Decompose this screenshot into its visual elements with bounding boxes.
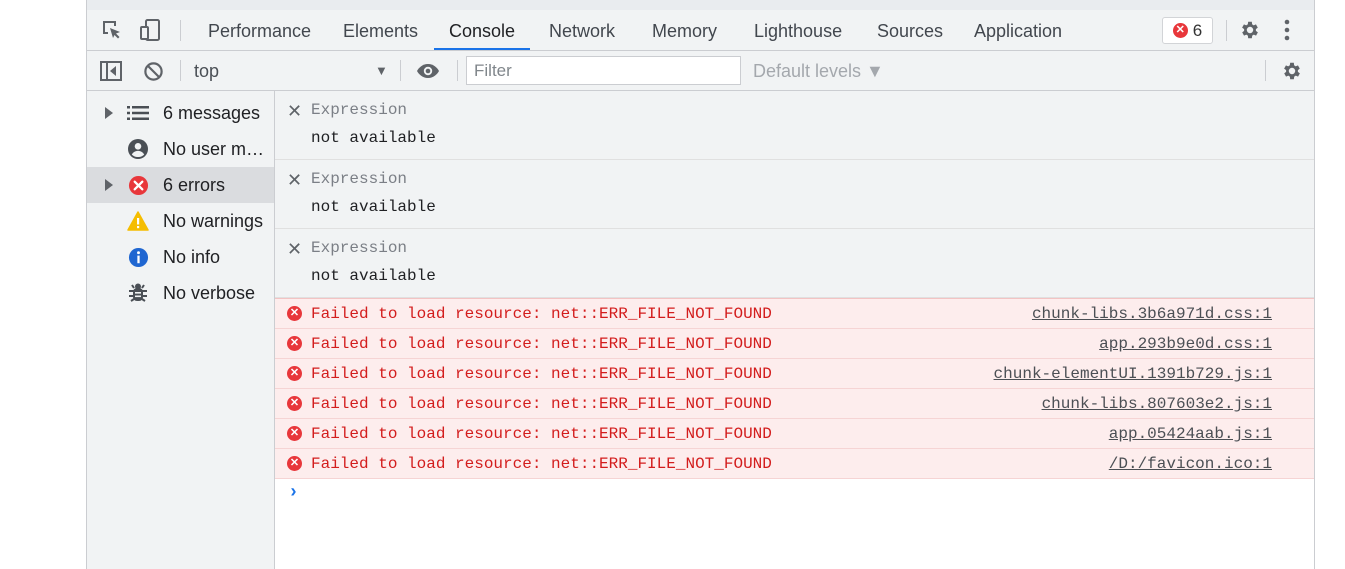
error-message-text: Failed to load resource: net::ERR_FILE_N… bbox=[311, 335, 772, 353]
sidebar-item-user-messages[interactable]: No user me... bbox=[87, 131, 274, 167]
error-source-link[interactable]: chunk-libs.807603e2.js:1 bbox=[1042, 395, 1272, 413]
window-top-strip bbox=[87, 0, 1314, 10]
sidebar-item-label: No verbose bbox=[163, 282, 256, 303]
inspect-element-icon[interactable] bbox=[97, 10, 127, 50]
devtools-window: Performance Elements Console Network Mem… bbox=[86, 0, 1315, 569]
tab-console[interactable]: Console bbox=[434, 10, 531, 50]
console-sidebar: 6 messages No user me... 6 errors No war… bbox=[87, 91, 275, 569]
sidebar-item-label: 6 errors bbox=[163, 174, 226, 195]
sidebar-item-verbose[interactable]: No verbose bbox=[87, 275, 274, 311]
expression-name[interactable]: Expression bbox=[311, 101, 407, 119]
error-source-link[interactable]: chunk-elementUI.1391b729.js:1 bbox=[994, 365, 1272, 383]
console-toolbar: top ▼ Default levels ▼ bbox=[87, 51, 1314, 91]
sidebar-item-label: No warnings bbox=[163, 210, 264, 231]
toolbar-separator bbox=[1265, 60, 1266, 81]
expression-name[interactable]: Expression bbox=[311, 170, 407, 188]
error-icon: ✕ bbox=[287, 336, 302, 351]
list-icon bbox=[127, 102, 149, 124]
expand-arrow-icon[interactable] bbox=[105, 179, 113, 191]
expression-value: not available bbox=[311, 267, 436, 285]
sidebar-item-label: No info bbox=[163, 246, 221, 267]
error-source-link[interactable]: app.293b9e0d.css:1 bbox=[1099, 335, 1272, 353]
live-expression: ✕ Expression not available bbox=[275, 91, 1314, 160]
error-count: 6 bbox=[1192, 20, 1203, 40]
sidebar-item-label: No user me... bbox=[163, 138, 271, 159]
expression-value: not available bbox=[311, 198, 436, 216]
clear-console-icon[interactable] bbox=[140, 51, 166, 91]
sidebar-item-label: 6 messages bbox=[163, 102, 261, 123]
error-message-text: Failed to load resource: net::ERR_FILE_N… bbox=[311, 305, 772, 323]
remove-expression-close-icon[interactable]: ✕ bbox=[287, 101, 302, 122]
tab-sources[interactable]: Sources bbox=[877, 10, 943, 50]
console-settings-gear-icon[interactable] bbox=[1277, 51, 1307, 91]
expression-name[interactable]: Expression bbox=[311, 239, 407, 257]
tab-lighthouse[interactable]: Lighthouse bbox=[754, 10, 842, 50]
error-count-badge[interactable]: ✕ 6 bbox=[1162, 17, 1213, 44]
tab-application[interactable]: Application bbox=[974, 10, 1062, 50]
tab-network[interactable]: Network bbox=[549, 10, 615, 50]
filter-input[interactable] bbox=[466, 56, 741, 85]
toolbar-separator bbox=[400, 60, 401, 81]
error-message-text: Failed to load resource: net::ERR_FILE_N… bbox=[311, 395, 772, 413]
error-icon: ✕ bbox=[1172, 23, 1188, 38]
toolbar-separator bbox=[180, 60, 181, 81]
error-message-row: ✕ Failed to load resource: net::ERR_FILE… bbox=[275, 419, 1314, 449]
toolbar-separator bbox=[457, 60, 458, 81]
remove-expression-close-icon[interactable]: ✕ bbox=[287, 170, 302, 191]
error-message-text: Failed to load resource: net::ERR_FILE_N… bbox=[311, 455, 772, 473]
sidebar-item-messages[interactable]: 6 messages bbox=[87, 95, 274, 131]
toolbar-separator bbox=[1226, 20, 1227, 41]
error-icon: ✕ bbox=[287, 396, 302, 411]
gear-icon[interactable] bbox=[1235, 10, 1265, 50]
sidebar-toggle-icon[interactable] bbox=[98, 51, 124, 91]
warning-icon bbox=[127, 210, 149, 232]
error-message-row: ✕ Failed to load resource: net::ERR_FILE… bbox=[275, 449, 1314, 479]
bug-icon bbox=[127, 282, 149, 304]
error-source-link[interactable]: app.05424aab.js:1 bbox=[1109, 425, 1272, 443]
error-source-link[interactable]: chunk-libs.3b6a971d.css:1 bbox=[1032, 305, 1272, 323]
kebab-menu-icon[interactable] bbox=[1277, 10, 1297, 50]
error-icon: ✕ bbox=[287, 456, 302, 471]
error-message-row: ✕ Failed to load resource: net::ERR_FILE… bbox=[275, 359, 1314, 389]
remove-expression-close-icon[interactable]: ✕ bbox=[287, 239, 302, 260]
expression-value: not available bbox=[311, 129, 436, 147]
error-message-text: Failed to load resource: net::ERR_FILE_N… bbox=[311, 425, 772, 443]
user-icon bbox=[127, 138, 149, 160]
console-messages: ✕ Expression not available ✕ Expression … bbox=[275, 91, 1314, 569]
error-message-row: ✕ Failed to load resource: net::ERR_FILE… bbox=[275, 329, 1314, 359]
error-source-link[interactable]: /D:/favicon.ico:1 bbox=[1109, 455, 1272, 473]
error-message-list: ✕ Failed to load resource: net::ERR_FILE… bbox=[275, 298, 1314, 479]
sidebar-item-errors[interactable]: 6 errors bbox=[87, 167, 274, 203]
info-icon bbox=[127, 246, 149, 268]
sidebar-item-info[interactable]: No info bbox=[87, 239, 274, 275]
panel-tab-bar: Performance Elements Console Network Mem… bbox=[87, 10, 1314, 51]
tab-elements[interactable]: Elements bbox=[343, 10, 418, 50]
error-message-row: ✕ Failed to load resource: net::ERR_FILE… bbox=[275, 389, 1314, 419]
console-prompt-chevron-icon[interactable]: › bbox=[288, 483, 299, 503]
live-expression: ✕ Expression not available bbox=[275, 160, 1314, 229]
context-selector[interactable]: top bbox=[194, 51, 219, 90]
error-icon: ✕ bbox=[287, 306, 302, 321]
tab-memory[interactable]: Memory bbox=[652, 10, 717, 50]
expand-arrow-icon[interactable] bbox=[105, 107, 113, 119]
tab-performance[interactable]: Performance bbox=[208, 10, 311, 50]
sidebar-item-warnings[interactable]: No warnings bbox=[87, 203, 274, 239]
error-message-row: ✕ Failed to load resource: net::ERR_FILE… bbox=[275, 299, 1314, 329]
log-levels-dropdown[interactable]: Default levels ▼ bbox=[753, 51, 884, 90]
tab-separator bbox=[180, 20, 181, 41]
live-expression: ✕ Expression not available bbox=[275, 229, 1314, 298]
error-message-text: Failed to load resource: net::ERR_FILE_N… bbox=[311, 365, 772, 383]
error-icon: ✕ bbox=[287, 366, 302, 381]
live-expression-eye-icon[interactable] bbox=[413, 51, 443, 91]
error-icon bbox=[127, 174, 149, 196]
context-dropdown-arrow-icon[interactable]: ▼ bbox=[375, 63, 388, 78]
device-toolbar-icon[interactable] bbox=[135, 10, 165, 50]
error-icon: ✕ bbox=[287, 426, 302, 441]
